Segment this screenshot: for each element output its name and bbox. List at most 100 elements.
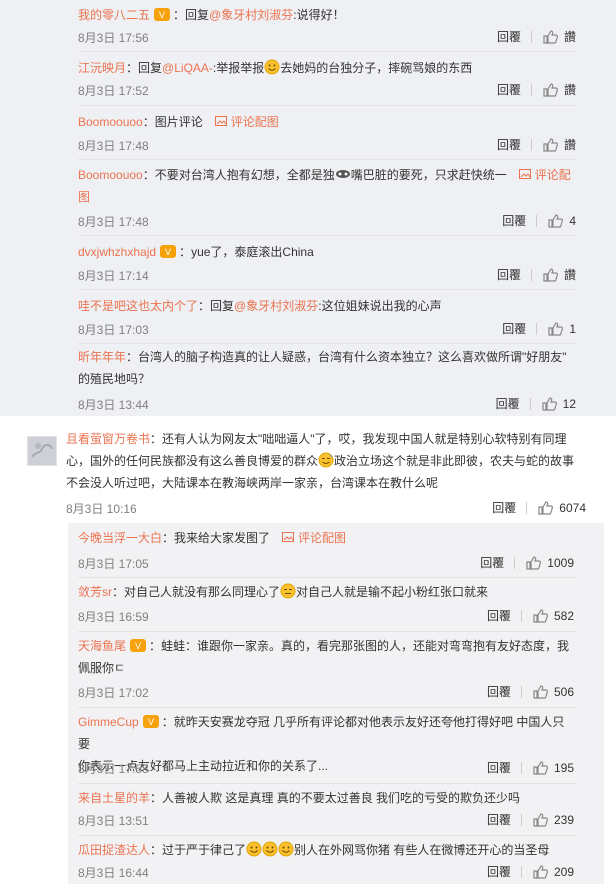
reply-button[interactable]: 回覆 xyxy=(492,499,516,516)
divider xyxy=(530,30,532,43)
picture-link-cont[interactable]: 图 xyxy=(78,190,90,204)
like-button[interactable]: 讚 xyxy=(542,266,576,283)
mention-link[interactable]: @象牙村刘淑芬 xyxy=(209,8,293,22)
reply-button[interactable]: 回覆 xyxy=(502,320,526,337)
timestamp: 8月3日 17:14 xyxy=(78,269,149,283)
like-button[interactable]: 4 xyxy=(547,213,576,229)
comment-text: 还有人认为网友太"咄咄逼人"了，哎，我发现中国人就是特别心软特别有同理 xyxy=(162,432,567,446)
user-name[interactable]: 来自土星的羊 xyxy=(78,791,150,805)
picture-icon xyxy=(282,532,295,542)
reply-button[interactable]: 回覆 xyxy=(487,683,511,700)
picture-link[interactable]: 评论配图 xyxy=(282,531,346,545)
reply-button[interactable]: 回覆 xyxy=(487,759,511,776)
svg-text:V: V xyxy=(159,10,165,20)
smiley-emoji xyxy=(264,59,280,75)
like-count: 209 xyxy=(553,864,574,879)
comment-text: 蛙蛙：谁跟你一家亲。真的，看完那张图的人，还能对弯弯抱有友好态度，我 xyxy=(161,639,570,653)
like-button[interactable]: 讚 xyxy=(542,81,576,98)
reply-item: 来自土星的羊：人善被人欺 这是真理 真的不要太过善良 我们吃的亏受的欺负还少吗 … xyxy=(0,785,616,837)
reply-item: GimmeCup V ：就昨天安赛龙夺冠 几乎所有评论都对他表示友好还夸他打得好吧 … xyxy=(0,709,616,785)
comment-text: 人善被人欺 这是真理 真的不要太过善良 我们吃的亏受的欺负还少吗 xyxy=(162,791,521,805)
like-count: 6074 xyxy=(559,500,586,515)
like-button[interactable]: 12 xyxy=(541,396,576,412)
reply-item: dvxjwhzhxhajd V ：yue了，泰庭滚出China 8月3日 17:14… xyxy=(0,236,616,290)
reply-body: 天海鱼尾 V ：蛙蛙：谁跟你一家亲。真的，看完那张图的人，还能对弯弯抱有友好态度，我… xyxy=(78,639,570,675)
thumbs-up-icon xyxy=(533,864,548,879)
reply-button[interactable]: 回覆 xyxy=(487,863,511,880)
mention-link[interactable]: @象牙村刘淑芬 xyxy=(234,299,318,313)
like-button[interactable]: 195 xyxy=(532,760,574,776)
reply-body: dvxjwhzhxhajd V ：yue了，泰庭滚出China xyxy=(78,245,314,259)
comment-text: 去她妈的台独分子，摔碗骂娘的东西 xyxy=(280,61,473,75)
user-name[interactable]: 且看萤窗万卷书 xyxy=(66,432,150,446)
vip-badge-icon: V xyxy=(142,715,159,728)
user-name[interactable]: 今晚当浮一大白 xyxy=(78,531,162,545)
like-button[interactable]: 506 xyxy=(532,684,574,700)
reply-button[interactable]: 回覆 xyxy=(496,395,520,412)
reply-item: Boomoouoo：不要对台湾人抱有幻想，全都是独 嘴巴脏的要死，只求赶快统一 评论… xyxy=(0,160,616,236)
user-name[interactable]: 敛芳sr xyxy=(78,585,112,599)
like-button[interactable]: 582 xyxy=(532,608,574,624)
like-count: 12 xyxy=(562,396,576,411)
like-button[interactable]: 1009 xyxy=(525,555,574,571)
user-name[interactable]: 江沅映月 xyxy=(78,61,126,75)
reply-button[interactable]: 回覆 xyxy=(497,28,521,45)
like-count: 讚 xyxy=(563,83,576,97)
user-name[interactable]: 昕年年年 xyxy=(78,350,126,364)
reply-button[interactable]: 回覆 xyxy=(487,607,511,624)
reply-body: Boomoouoo：图片评论 评论配图 xyxy=(78,115,279,129)
reply-item: 昕年年年：台湾人的脑子构造真的让人疑惑，台湾有什么资本独立？这么喜欢做所谓"好朋… xyxy=(0,344,616,416)
reply-body: 敛芳sr：对自己人就没有那么同理心了 对自己人就是输不起小粉红张口就来 xyxy=(78,583,489,599)
reply-button[interactable]: 回覆 xyxy=(497,81,521,98)
timestamp: 8月3日 17:05 xyxy=(78,557,149,571)
like-button[interactable]: 239 xyxy=(532,812,574,828)
picture-link[interactable]: 评论配 xyxy=(518,168,571,182)
reply-body: 我的零八二五 V ：回复@象牙村刘淑芬:说得好！ xyxy=(78,8,345,22)
comment-page: 我的零八二五 V ：回复@象牙村刘淑芬:说得好！ 8月3日 17:56 回覆 讚 江… xyxy=(0,0,616,884)
row-divider xyxy=(78,577,576,578)
like-count: 1 xyxy=(569,321,576,336)
comment-text: 图片评论 xyxy=(154,115,203,129)
reply-body: 瓜田捉渣达人：过于严于律己了 别人在外网骂你猪 有些人在微博还开心的当圣母 xyxy=(78,841,550,857)
divider xyxy=(536,322,538,335)
comment-text: 佩服你ㄷ xyxy=(78,661,126,675)
reply-label: 回复 xyxy=(210,299,235,313)
thumbs-up-icon xyxy=(533,812,548,827)
user-name[interactable]: Boomoouoo xyxy=(78,115,143,129)
comment-actions: 回覆 讚 xyxy=(497,28,576,45)
picture-icon xyxy=(518,169,531,179)
user-name[interactable]: 哇不是吧这也太内个了 xyxy=(78,299,198,313)
thumbs-up-icon xyxy=(533,608,548,623)
like-button[interactable]: 讚 xyxy=(542,28,576,45)
reply-button[interactable]: 回覆 xyxy=(502,212,526,229)
picture-link[interactable]: 评论配图 xyxy=(214,115,279,129)
timestamp: 8月3日 13:51 xyxy=(78,814,149,828)
user-name[interactable]: 天海鱼尾 xyxy=(78,639,126,653)
svg-text:V: V xyxy=(148,717,154,727)
like-count: 582 xyxy=(553,608,574,623)
like-button[interactable]: 6074 xyxy=(537,500,586,516)
like-count: 506 xyxy=(553,684,574,699)
like-button[interactable]: 1 xyxy=(547,321,576,337)
like-button[interactable]: 讚 xyxy=(542,136,576,153)
reply-button[interactable]: 回覆 xyxy=(497,266,521,283)
divider xyxy=(520,685,522,698)
reply-button[interactable]: 回覆 xyxy=(480,554,504,571)
user-name[interactable]: Boomoouoo xyxy=(78,168,143,182)
like-button[interactable]: 209 xyxy=(532,864,574,880)
comment-text: 政治立场这个就是非此即彼，农夫与蛇的故事 xyxy=(334,454,575,468)
smiley-emoji xyxy=(318,452,334,468)
reply-button[interactable]: 回覆 xyxy=(487,811,511,828)
thumbs-up-icon xyxy=(543,137,558,152)
comment-actions: 回覆 195 xyxy=(487,759,574,776)
reply-button[interactable]: 回覆 xyxy=(497,136,521,153)
mention-link[interactable]: @LiQAA- xyxy=(162,61,213,75)
user-name[interactable]: 我的零八二五 xyxy=(78,8,150,22)
comment-actions: 回覆 582 xyxy=(487,607,574,624)
row-divider xyxy=(78,707,576,708)
thread-comment: 且看萤窗万卷书：还有人认为网友太"咄咄逼人"了，哎，我发现中国人就是特别心软特别… xyxy=(0,428,616,522)
user-name[interactable]: GimmeCup xyxy=(78,715,139,729)
user-name[interactable]: 瓜田捉渣达人 xyxy=(78,843,150,857)
comment-text: :说得好！ xyxy=(293,8,345,22)
user-name[interactable]: dvxjwhzhxhajd xyxy=(78,245,156,259)
